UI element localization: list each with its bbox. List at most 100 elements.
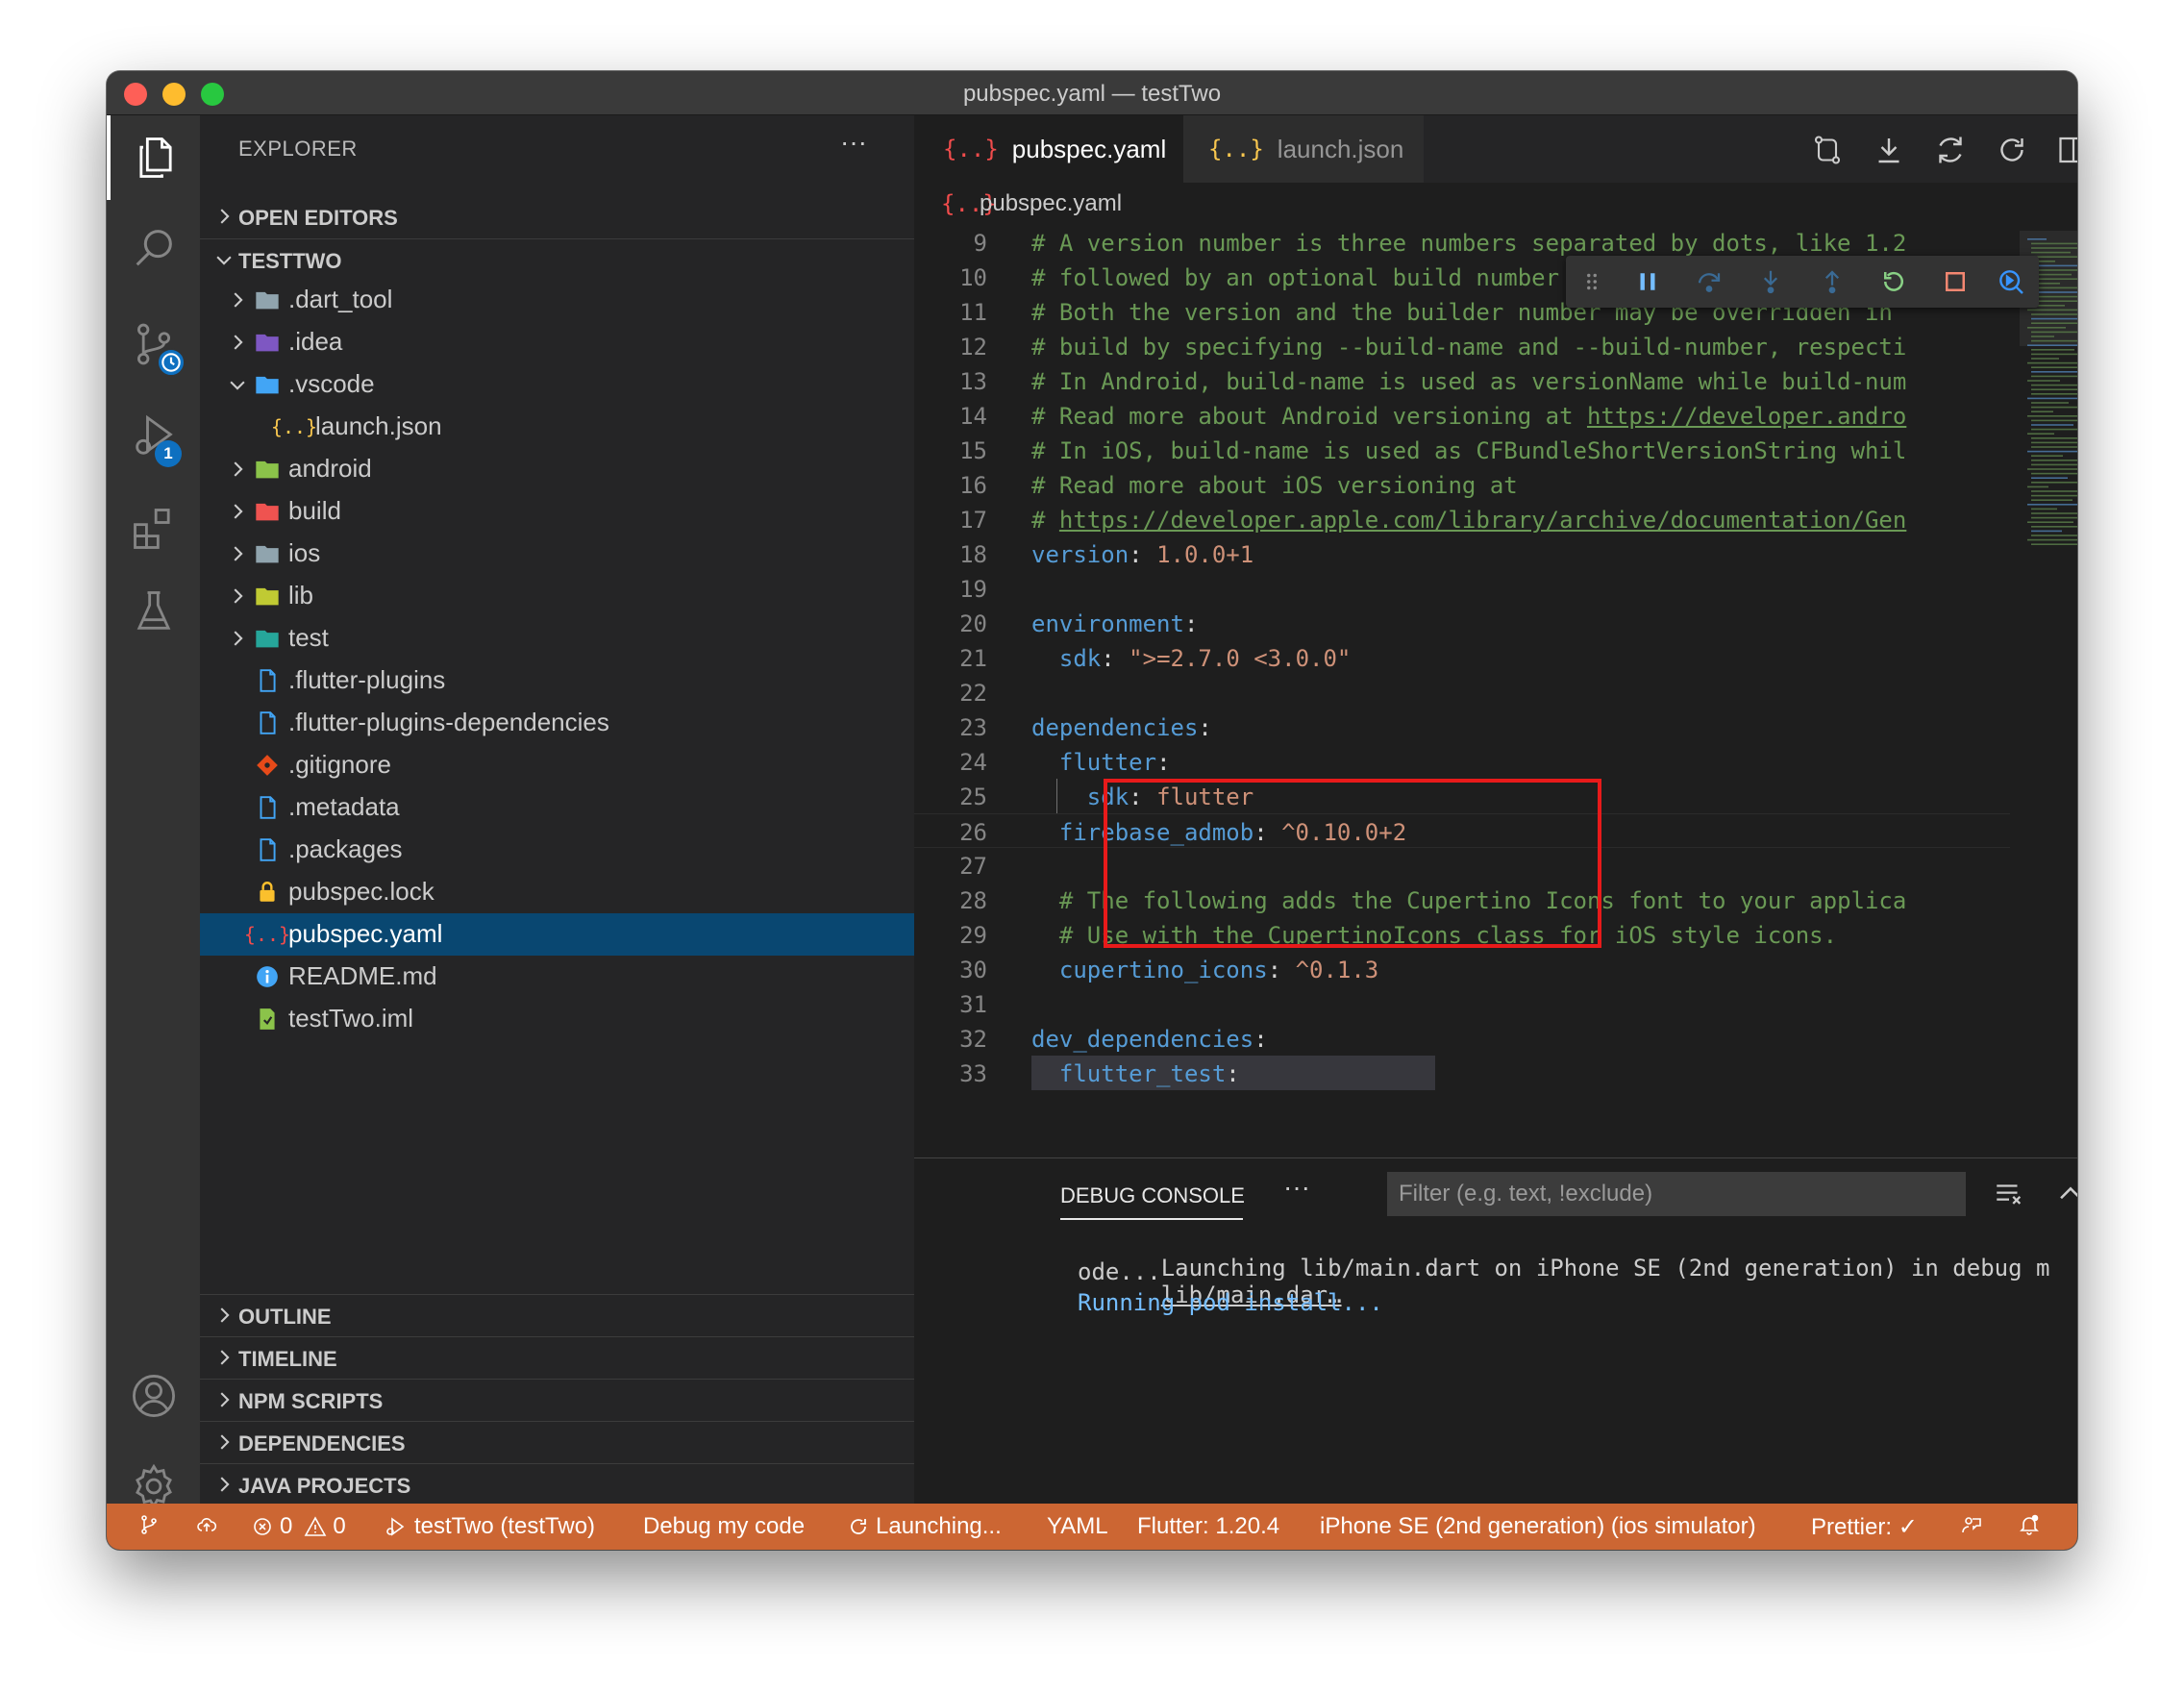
chevron-right-icon[interactable] bbox=[227, 628, 248, 649]
status-feedback[interactable] bbox=[1960, 1513, 1983, 1536]
console-output-line: ode... bbox=[1078, 1258, 1161, 1285]
debug-pause-button[interactable] bbox=[1629, 263, 1666, 300]
section-dependencies[interactable]: DEPENDENCIES bbox=[200, 1421, 914, 1463]
activity-search[interactable] bbox=[107, 206, 200, 290]
debug-stop-button[interactable] bbox=[1937, 263, 1973, 300]
section-java-projects[interactable]: JAVA PROJECTS bbox=[200, 1463, 914, 1505]
debug-inspect-widget-button[interactable] bbox=[1993, 263, 2029, 300]
tree-item[interactable]: .metadata bbox=[200, 786, 914, 829]
tree-item[interactable]: ios bbox=[200, 533, 914, 575]
code-token: # In iOS, build-name is used as CFBundle… bbox=[1031, 437, 1907, 464]
drag-handle[interactable] bbox=[1574, 263, 1610, 300]
restart-icon bbox=[1884, 271, 1903, 291]
chevron-right-icon[interactable] bbox=[227, 501, 248, 522]
code-line: 18 version: 1.0.0+1 bbox=[914, 536, 2010, 571]
tree-item[interactable]: build bbox=[200, 490, 914, 533]
code-token: : bbox=[1267, 957, 1296, 983]
tab-launch-json[interactable]: {..} launch.json bbox=[1183, 115, 1424, 183]
tree-item[interactable]: lib bbox=[200, 575, 914, 617]
split-editor-icon[interactable] bbox=[2056, 133, 2077, 167]
explorer-more-button[interactable]: ··· bbox=[840, 127, 867, 158]
compare-changes-icon[interactable] bbox=[1810, 133, 1845, 167]
feedback-icon bbox=[1962, 1517, 1981, 1533]
activity-testing[interactable] bbox=[107, 569, 200, 654]
code-editor[interactable]: 9 # A version number is three numbers sep… bbox=[914, 225, 2077, 1156]
line-content: cupertino_icons: ^0.1.3 bbox=[1031, 957, 1378, 983]
download-icon[interactable] bbox=[1872, 133, 1906, 167]
tab-pubspec-yaml[interactable]: {..} pubspec.yaml ✕ bbox=[914, 115, 1203, 183]
git-icon bbox=[254, 752, 281, 779]
status-notifications[interactable] bbox=[2018, 1513, 2041, 1536]
line-number: 10 bbox=[959, 264, 987, 291]
section-project[interactable]: TESTTWO bbox=[200, 238, 914, 281]
debug-step-over-button[interactable] bbox=[1691, 263, 1727, 300]
hot-reload-icon[interactable] bbox=[1933, 133, 1968, 167]
activity-accounts[interactable] bbox=[107, 1354, 200, 1438]
refresh-icon[interactable] bbox=[1995, 133, 2029, 167]
status-sync[interactable] bbox=[195, 1513, 218, 1536]
chevron-down-icon[interactable] bbox=[227, 374, 248, 395]
tree-item[interactable]: pubspec.lock bbox=[200, 871, 914, 913]
clock-icon bbox=[157, 348, 186, 377]
debug-console-panel: DEBUG CONSOLE ··· Launching lib/main.dar… bbox=[914, 1157, 2077, 1550]
section-outline[interactable]: OUTLINE bbox=[200, 1294, 914, 1336]
tree-item[interactable]: .packages bbox=[200, 829, 914, 871]
section-open-editors[interactable]: OPEN EDITORS bbox=[200, 196, 914, 238]
iml-file-icon bbox=[254, 1006, 281, 1033]
activity-source-control[interactable] bbox=[107, 302, 200, 386]
line-content: flutter_test: bbox=[1031, 1060, 1240, 1087]
tree-item[interactable]: .flutter-plugins-dependencies bbox=[200, 702, 914, 744]
status-problems[interactable]: 0 0 bbox=[251, 1513, 346, 1540]
debug-restart-button[interactable] bbox=[1875, 263, 1912, 300]
panel-more-button[interactable]: ··· bbox=[1283, 1172, 1310, 1203]
tree-item[interactable]: .gitignore bbox=[200, 744, 914, 786]
chevron-right-icon[interactable] bbox=[227, 543, 248, 564]
code-line: 32 dev_dependencies: bbox=[914, 1021, 2010, 1056]
stop-icon bbox=[1946, 272, 1965, 291]
breadcrumb-file[interactable]: pubspec.yaml bbox=[980, 190, 1122, 217]
tree-item[interactable]: test bbox=[200, 617, 914, 659]
debug-step-out-button[interactable] bbox=[1814, 263, 1850, 300]
minimap[interactable] bbox=[2020, 231, 2077, 1154]
tree-item[interactable]: {..} launch.json bbox=[200, 406, 914, 448]
tree-item[interactable]: {..} pubspec.yaml bbox=[200, 913, 914, 956]
status-language[interactable]: YAML bbox=[1047, 1513, 1108, 1540]
activity-explorer[interactable] bbox=[107, 115, 200, 200]
folder-icon bbox=[254, 371, 281, 398]
console-filter-input[interactable] bbox=[1387, 1172, 1966, 1216]
chevron-right-icon[interactable] bbox=[227, 459, 248, 480]
section-npm-scripts[interactable]: NPM SCRIPTS bbox=[200, 1379, 914, 1421]
status-debug-launch[interactable]: testTwo (testTwo) bbox=[384, 1513, 595, 1540]
chevron-right-icon[interactable] bbox=[227, 332, 248, 353]
status-flutter-version[interactable]: Flutter: 1.20.4 bbox=[1137, 1513, 1279, 1540]
line-number: 26 bbox=[959, 819, 987, 846]
tab-bar: {..} pubspec.yaml ✕ {..} launch.json ··· bbox=[914, 115, 2077, 183]
tree-item[interactable]: README.md bbox=[200, 956, 914, 998]
debug-toolbar bbox=[1566, 256, 2039, 308]
status-device[interactable]: iPhone SE (2nd generation) (ios simulato… bbox=[1320, 1513, 1756, 1540]
debug-step-into-button[interactable] bbox=[1752, 263, 1789, 300]
tree-item[interactable]: .vscode bbox=[200, 363, 914, 406]
line-content: # In iOS, build-name is used as CFBundle… bbox=[1031, 437, 1906, 464]
chevron-right-icon[interactable] bbox=[227, 585, 248, 607]
maximize-panel-icon[interactable] bbox=[2054, 1178, 2077, 1210]
activity-extensions[interactable] bbox=[107, 486, 200, 571]
status-git-branch[interactable] bbox=[137, 1513, 161, 1536]
tree-item[interactable]: .flutter-plugins bbox=[200, 659, 914, 702]
tree-item[interactable]: android bbox=[200, 448, 914, 490]
activity-run-debug[interactable]: 1 bbox=[107, 394, 200, 479]
tree-item[interactable]: .dart_tool bbox=[200, 279, 914, 321]
status-prettier[interactable]: Prettier: ✓ bbox=[1811, 1513, 1918, 1541]
section-timeline[interactable]: TIMELINE bbox=[200, 1336, 914, 1379]
clear-console-icon[interactable] bbox=[1993, 1178, 2025, 1210]
tree-item[interactable]: .idea bbox=[200, 321, 914, 363]
chevron-right-icon[interactable] bbox=[227, 289, 248, 311]
status-debug-mode[interactable]: Debug my code bbox=[643, 1513, 805, 1540]
tab-debug-console[interactable]: DEBUG CONSOLE bbox=[1060, 1183, 1245, 1208]
tree-item[interactable]: testTwo.iml bbox=[200, 998, 914, 1040]
code-line: 13 # In Android, build-name is used as ve… bbox=[914, 363, 2010, 398]
